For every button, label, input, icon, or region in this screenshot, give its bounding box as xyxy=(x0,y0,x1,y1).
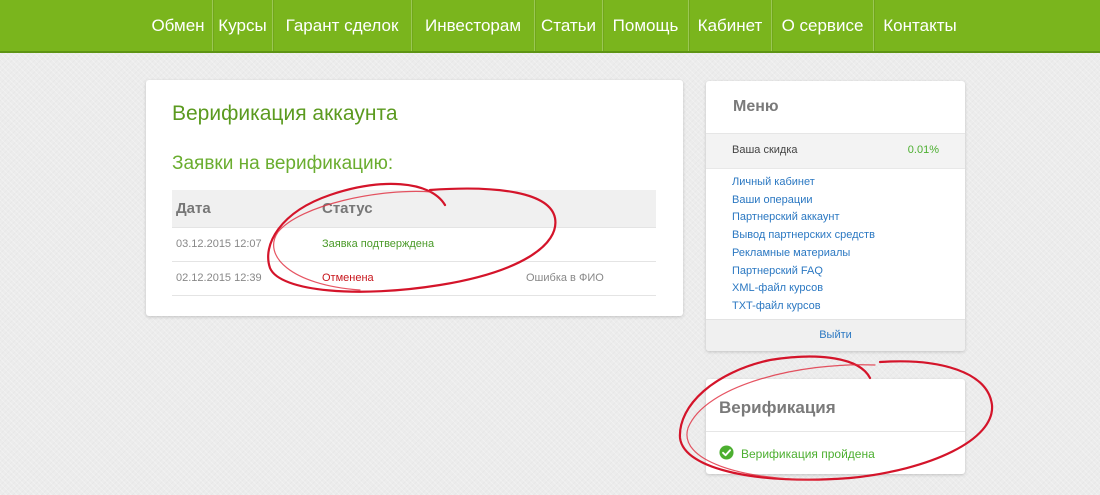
top-navigation: Обмен Курсы Гарант сделок Инвесторам Ста… xyxy=(0,0,1100,53)
menu-link-promo-materials[interactable]: Рекламные материалы xyxy=(732,245,875,263)
menu-links: Личный кабинет Ваши операции Партнерский… xyxy=(732,174,875,316)
logout-bar: Выйти xyxy=(706,319,965,351)
nav-item-help[interactable]: Помощь xyxy=(603,0,688,51)
verification-header: Верификация xyxy=(706,379,965,432)
column-header-status: Статус xyxy=(322,200,373,217)
nav-item-investors[interactable]: Инвесторам xyxy=(412,0,534,51)
verification-title: Верификация xyxy=(719,398,836,417)
row-date: 02.12.2015 12:39 xyxy=(176,272,262,284)
verification-panel: Верификация аккаунта Заявки на верификац… xyxy=(146,80,683,316)
nav-item-articles[interactable]: Статьи xyxy=(535,0,602,51)
verification-status-panel: Верификация Верификация пройдена xyxy=(706,379,965,474)
nav-item-about[interactable]: О сервисе xyxy=(772,0,873,51)
discount-row: Ваша скидка 0.01% xyxy=(706,134,965,169)
row-status-cancelled: Отменена xyxy=(322,272,374,284)
row-note: Ошибка в ФИО xyxy=(526,272,604,284)
menu-title: Меню xyxy=(733,98,779,115)
column-header-date: Дата xyxy=(176,200,211,217)
row-date: 03.12.2015 12:07 xyxy=(176,238,262,250)
section-title: Заявки на верификацию: xyxy=(172,153,394,174)
menu-link-partner-faq[interactable]: Партнерский FAQ xyxy=(732,263,875,281)
table-header: Дата Статус xyxy=(172,190,656,228)
page-title: Верификация аккаунта xyxy=(172,102,398,125)
menu-link-partner-withdrawal[interactable]: Вывод партнерских средств xyxy=(732,227,875,245)
nav-item-cabinet[interactable]: Кабинет xyxy=(689,0,771,51)
menu-link-txt-rates[interactable]: TXT-файл курсов xyxy=(732,298,875,316)
check-circle-icon xyxy=(719,445,734,460)
verification-status-text: Верификация пройдена xyxy=(741,447,875,461)
row-status-confirmed: Заявка подтверждена xyxy=(322,238,435,250)
menu-header: Меню xyxy=(706,81,965,134)
menu-link-operations[interactable]: Ваши операции xyxy=(732,192,875,210)
table-row: 02.12.2015 12:39 Отменена Ошибка в ФИО xyxy=(172,262,656,296)
discount-label: Ваша скидка xyxy=(732,144,798,156)
menu-link-partner-account[interactable]: Партнерский аккаунт xyxy=(732,209,875,227)
menu-link-xml-rates[interactable]: XML-файл курсов xyxy=(732,280,875,298)
nav-item-exchange[interactable]: Обмен xyxy=(143,0,213,51)
nav-item-rates[interactable]: Курсы xyxy=(213,0,272,51)
table-row: 03.12.2015 12:07 Заявка подтверждена xyxy=(172,228,656,262)
verification-requests-table: Дата Статус 03.12.2015 12:07 Заявка подт… xyxy=(172,190,656,296)
discount-value: 0.01% xyxy=(907,144,939,156)
logout-link[interactable]: Выйти xyxy=(706,329,965,341)
sidebar-menu: Меню Ваша скидка 0.01% Личный кабинет Ва… xyxy=(706,81,965,351)
nav-item-contacts[interactable]: Контакты xyxy=(874,0,966,51)
menu-link-personal-cabinet[interactable]: Личный кабинет xyxy=(732,174,875,192)
nav-item-escrow[interactable]: Гарант сделок xyxy=(273,0,411,51)
